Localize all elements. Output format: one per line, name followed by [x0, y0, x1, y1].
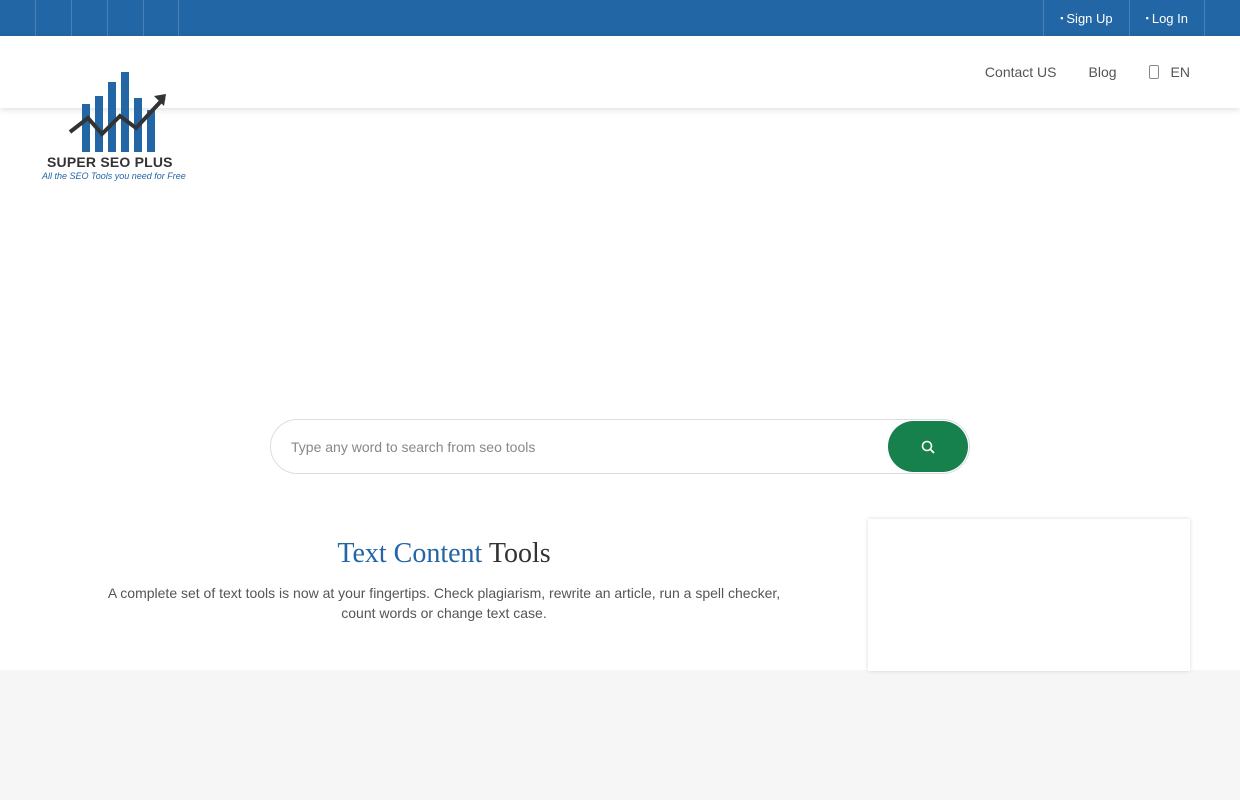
- language-selector[interactable]: EN: [1148, 64, 1190, 80]
- search-input[interactable]: [291, 420, 881, 473]
- log-in-label: Log In: [1151, 10, 1188, 26]
- logo-tagline: All the SEO Tools you need for Free: [42, 171, 186, 181]
- twitter-icon[interactable]: [71, 0, 107, 36]
- main-nav: Contact US Blog EN: [953, 36, 1190, 108]
- globe-icon: [1148, 65, 1159, 79]
- tool-search-box: [270, 419, 970, 474]
- auth-links: ▪ Sign Up ▪ Log In: [1043, 0, 1205, 36]
- search-icon: [921, 440, 935, 454]
- facebook-icon[interactable]: [35, 0, 71, 36]
- nav-contact-us[interactable]: Contact US: [985, 64, 1057, 80]
- section-title-accent: Text Content: [337, 538, 483, 569]
- content-background: [0, 670, 1240, 800]
- section-title: Text Content Tools: [100, 538, 788, 570]
- search-button[interactable]: [888, 421, 968, 472]
- section-title-rest: Tools: [488, 538, 551, 569]
- top-bar: ▪ Sign Up ▪ Log In: [0, 0, 1240, 36]
- sign-in-icon: ▪: [1145, 13, 1149, 23]
- log-in-button[interactable]: ▪ Log In: [1128, 0, 1205, 36]
- user-plus-icon: ▪: [1060, 13, 1064, 23]
- youtube-icon[interactable]: [143, 0, 179, 36]
- logo-name: SUPER SEO PLUS: [47, 154, 173, 170]
- section-description: A complete set of text tools is now at y…: [107, 585, 781, 621]
- sidebar-panel: [868, 519, 1190, 671]
- sign-up-label: Sign Up: [1066, 10, 1113, 26]
- nav-blog[interactable]: Blog: [1089, 64, 1117, 80]
- linkedin-icon[interactable]: [107, 0, 143, 36]
- social-links: [35, 0, 179, 36]
- sign-up-button[interactable]: ▪ Sign Up: [1043, 0, 1128, 36]
- language-label: EN: [1170, 64, 1190, 80]
